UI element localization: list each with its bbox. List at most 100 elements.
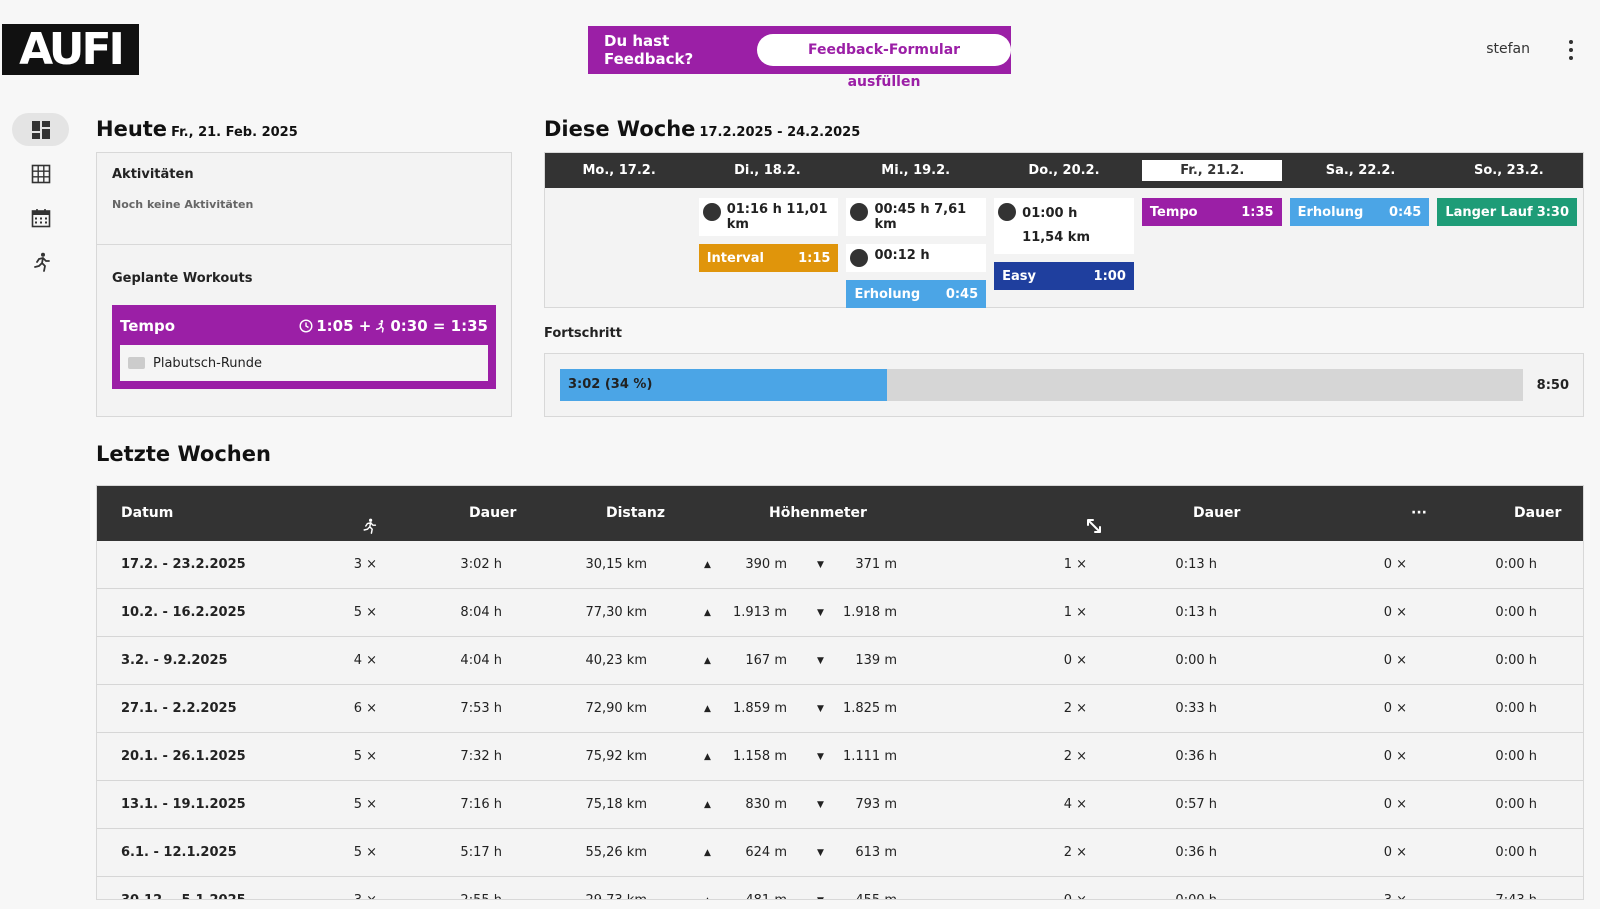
row-count-3: 0 × (1383, 845, 1407, 860)
today-heading: Heute (96, 117, 168, 141)
week-panel: Mo., 17.2. Di., 18.2. Mi., 19.2. Do., 20… (544, 152, 1584, 308)
workout-erholung[interactable]: Erholung 0:45 (846, 280, 987, 308)
activity-card[interactable]: 00:12 h (846, 244, 987, 272)
row-distance: 55,26 km (585, 845, 647, 860)
user-name[interactable]: stefan (1486, 41, 1530, 57)
sidebar-item-table[interactable] (12, 157, 69, 190)
today-panel: Aktivitäten Noch keine Aktivitäten Gepla… (96, 152, 512, 417)
elevation-down-icon: ▼ (817, 848, 824, 858)
row-date: 20.1. - 26.1.2025 (121, 749, 246, 764)
table-row[interactable]: 20.1. - 26.1.2025 5 × 7:32 h 75,92 km 1.158 … (97, 733, 1583, 781)
row-duration: 4:04 h (460, 653, 502, 668)
row-count-2: 1 × (1063, 605, 1087, 620)
activity-card[interactable]: 00:45 h 7,61 km (846, 198, 987, 236)
row-elevation-down: 1.111 m (842, 749, 897, 764)
row-distance: 30,15 km (585, 557, 647, 572)
workout-tempo[interactable]: Tempo 1:35 (1141, 198, 1282, 226)
col-thu: 01:00 h 11,54 km Easy 1:00 (990, 198, 1138, 308)
table-row[interactable]: 27.1. - 2.2.2025 6 × 7:53 h 72,90 km 1.859 m… (97, 685, 1583, 733)
table-row[interactable]: 3.2. - 9.2.2025 4 × 4:04 h 40,23 km 167 m 139… (97, 637, 1583, 685)
workout-erholung[interactable]: Erholung 0:45 (1289, 198, 1430, 226)
run-activity-icon (850, 203, 869, 221)
row-duration-2: 0:33 h (1175, 701, 1217, 716)
col-header-duration[interactable]: Dauer (469, 486, 516, 541)
day-mon[interactable]: Mo., 17.2. (545, 153, 693, 188)
sidebar-item-dashboard[interactable] (12, 113, 69, 146)
row-count-3: 3 × (1347, 877, 1407, 899)
row-elevation-down: 1.825 m (842, 701, 897, 716)
workout-interval[interactable]: Interval 1:15 (698, 244, 839, 272)
row-duration: 7:32 h (460, 749, 502, 764)
row-count-3: 0 × (1383, 701, 1407, 716)
row-elevation-up: 390 m (745, 557, 787, 572)
row-duration-2: 0:00 h (1175, 653, 1217, 668)
row-run-count: 5 × (353, 845, 377, 860)
day-wed[interactable]: Mi., 19.2. (842, 153, 990, 188)
elevation-down-icon: ▼ (817, 608, 824, 618)
col-header-distance[interactable]: Distanz (606, 486, 665, 541)
day-thu[interactable]: Do., 20.2. (990, 153, 1138, 188)
workout-formula-a: 1:05 + (316, 317, 372, 335)
workout-long-run[interactable]: Langer Lauf 3:30 (1437, 198, 1578, 226)
workout-name: Tempo (120, 317, 176, 335)
feedback-text: Du hast Feedback? (604, 32, 694, 68)
table-row[interactable]: 17.2. - 23.2.2025 3 × 3:02 h 30,15 km 390 m 3… (97, 541, 1583, 589)
row-elevation-down: 613 m (855, 845, 897, 860)
row-duration: 8:04 h (460, 605, 502, 620)
map-icon (128, 357, 145, 369)
row-elevation-down: 455 m (837, 877, 897, 899)
row-distance: 75,92 km (585, 749, 647, 764)
workout-easy[interactable]: Easy 1:00 (994, 262, 1134, 290)
day-fri-current[interactable]: Fr., 21.2. (1138, 153, 1286, 188)
col-header-duration-3[interactable]: Dauer (1514, 486, 1561, 541)
day-sat[interactable]: Sa., 22.2. (1286, 153, 1434, 188)
table-row[interactable]: 30.12. - 5.1.2025 3 × 2:55 h 29,73 km 481 m 4… (97, 877, 1583, 899)
row-duration-3: 0:00 h (1495, 605, 1537, 620)
col-sat: Erholung 0:45 (1286, 198, 1434, 308)
row-distance: 40,23 km (585, 653, 647, 668)
planned-workout-card[interactable]: Tempo 1:05 + 0:30 = 1:35 Plabutsch-Runde (112, 305, 496, 389)
runner-icon (376, 320, 385, 333)
today-date: Fr., 21. Feb. 2025 (171, 125, 298, 140)
progress-value: 3:02 (34 %) (568, 377, 653, 392)
table-row[interactable]: 13.1. - 19.1.2025 5 × 7:16 h 75,18 km 830 m 7… (97, 781, 1583, 829)
activity-card[interactable]: 01:16 h 11,01 km (698, 198, 839, 236)
more-options-icon[interactable] (1566, 40, 1576, 60)
row-duration: 5:17 h (460, 845, 502, 860)
col-tue: 01:16 h 11,01 km Interval 1:15 (695, 198, 843, 308)
col-header-date[interactable]: Datum (121, 486, 173, 541)
row-date: 10.2. - 16.2.2025 (121, 605, 246, 620)
row-duration-3: 0:00 h (1495, 749, 1537, 764)
row-duration: 7:53 h (460, 701, 502, 716)
row-count-3: 0 × (1383, 653, 1407, 668)
feedback-form-button[interactable]: Feedback-Formular ausfüllen (757, 34, 1011, 90)
route-name: Plabutsch-Runde (153, 355, 263, 371)
activity-card[interactable]: 01:00 h 11,54 km (994, 198, 1134, 254)
row-duration-2: 0:13 h (1175, 605, 1217, 620)
elevation-up-icon: ▲ (704, 656, 711, 666)
row-count-2: 2 × (1063, 701, 1087, 716)
col-header-duration-2[interactable]: Dauer (1193, 486, 1240, 541)
row-duration-2: 0:00 h (1137, 877, 1217, 899)
elevation-down-icon: ▼ (817, 656, 824, 666)
sidebar-item-runs[interactable] (12, 245, 69, 278)
app-logo[interactable]: AUFI (2, 24, 139, 75)
row-duration: 7:16 h (460, 797, 502, 812)
row-elevation-up: 1.913 m (732, 605, 787, 620)
grid-icon (31, 164, 50, 183)
recent-weeks-table: Datum Dauer Distanz Höhenmeter Dauer ···… (96, 485, 1584, 900)
row-date: 17.2. - 23.2.2025 (121, 557, 246, 572)
table-row[interactable]: 10.2. - 16.2.2025 5 × 8:04 h 77,30 km 1.913 … (97, 589, 1583, 637)
elevation-up-icon: ▲ (704, 848, 711, 858)
workout-route[interactable]: Plabutsch-Runde (120, 345, 488, 381)
more-icon: ··· (1411, 505, 1427, 521)
table-row[interactable]: 6.1. - 12.1.2025 5 × 5:17 h 55,26 km 624 m 61… (97, 829, 1583, 877)
row-date: 13.1. - 19.1.2025 (121, 797, 246, 812)
col-header-elevation[interactable]: Höhenmeter (769, 486, 867, 541)
row-duration-3: 7:43 h (1447, 877, 1537, 899)
day-sun[interactable]: So., 23.2. (1435, 153, 1583, 188)
day-tue[interactable]: Di., 18.2. (693, 153, 841, 188)
progress-panel: 3:02 (34 %) 8:50 (544, 353, 1584, 417)
sidebar-item-calendar[interactable] (12, 201, 69, 234)
workout-duration: 1:05 + 0:30 = 1:35 (299, 317, 488, 335)
